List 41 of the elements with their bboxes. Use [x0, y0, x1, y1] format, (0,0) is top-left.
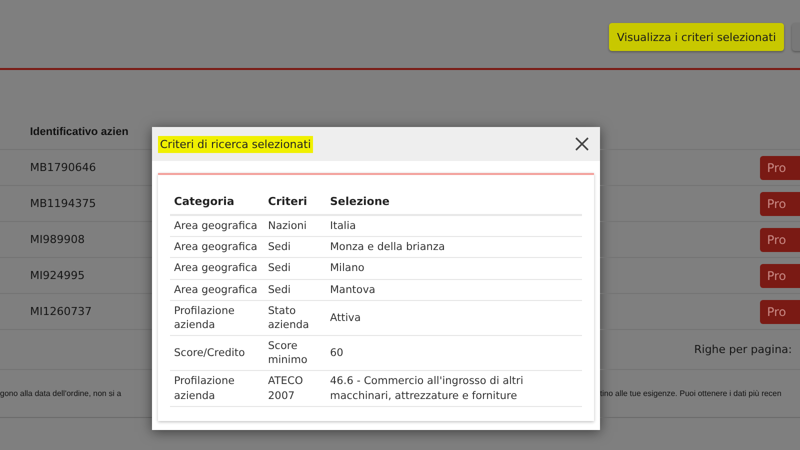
table-cell: Nazioni [264, 216, 326, 238]
table-cell: ATECO 2007 [264, 371, 326, 407]
table-cell: Monza e della brianza [326, 237, 582, 258]
table-cell: Stato azienda [264, 300, 326, 336]
action-button[interactable]: Pro [760, 300, 800, 324]
table-cell: Sedi [264, 258, 326, 280]
action-button[interactable]: Pro [760, 192, 800, 216]
table-cell: Area geografica [170, 258, 264, 280]
table-cell: Attiva [326, 300, 582, 336]
table-cell: Score minimo [264, 336, 326, 372]
note-text: gono alla data dell'ordine, non si a [0, 389, 122, 398]
table-cell: Sedi [264, 237, 326, 258]
table-cell: Profilazione azienda [170, 371, 264, 407]
table-cell: Sedi [264, 280, 326, 301]
table-cell: Score/Credito [170, 336, 264, 372]
table-cell: Profilazione azienda [170, 300, 264, 336]
table-cell: Italia [326, 216, 582, 238]
column-header: Categoria [170, 189, 264, 216]
table-cell: MB1790646 [30, 161, 96, 174]
note-text: tino alle tue esigenze. Puoi ottenere i dati più recen [600, 389, 782, 398]
table-cell: MI989908 [30, 233, 85, 246]
table-cell: 46.6 - Commercio all'ingrosso di altri macchinari, attrezzature e forniture [326, 371, 582, 407]
column-header: Selezione [326, 189, 582, 216]
column-header: Criteri [264, 189, 326, 216]
table-cell: 60 [326, 336, 582, 372]
table-cell: MI924995 [30, 269, 85, 282]
header-button[interactable]: Visualizza i criteri selezionati [609, 23, 784, 51]
column-heading: Identificativo azien [30, 126, 128, 138]
table-cell: Area geografica [170, 280, 264, 301]
action-button[interactable]: Pro [760, 156, 800, 180]
table-cell: Milano [326, 258, 582, 280]
table-cell: MB1194375 [30, 197, 96, 210]
action-button[interactable]: Pro [760, 228, 800, 252]
action-button[interactable]: Pro [760, 264, 800, 288]
close-icon[interactable] [574, 136, 590, 152]
table-cell: Area geografica [170, 216, 264, 238]
dialog-title: Criteri di ricerca selezionati [158, 136, 313, 152]
table-cell: MI1260737 [30, 305, 92, 318]
table-cell: Mantova [326, 280, 582, 301]
table-cell: Area geografica [170, 237, 264, 258]
rows-per-page-label: Righe per pagina: [694, 343, 792, 356]
